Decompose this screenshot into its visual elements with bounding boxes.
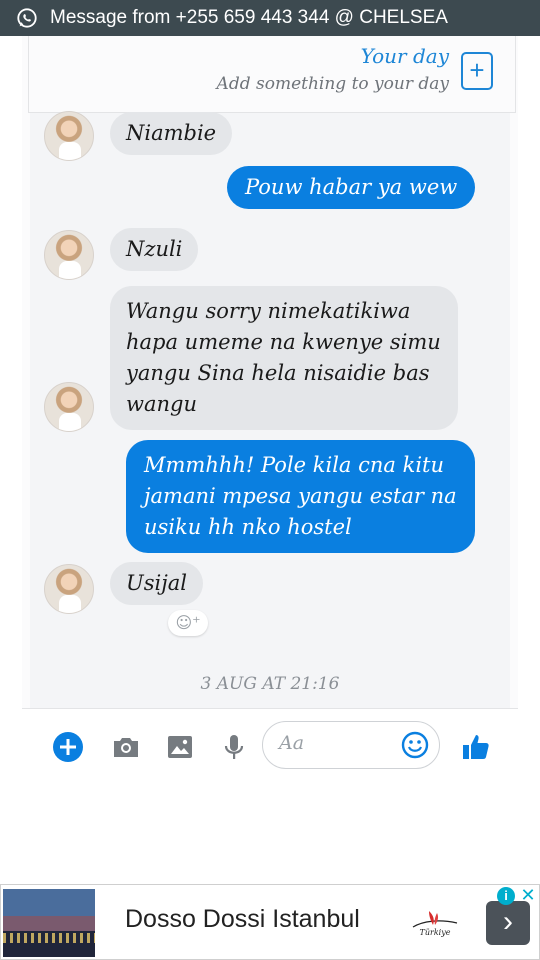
ad-logo: Türkiye bbox=[409, 905, 461, 937]
your-day-subtitle: Add something to your day bbox=[216, 74, 449, 94]
edge-left bbox=[22, 36, 30, 781]
notification-bar[interactable]: Message from +255 659 443 344 @ CHELSEA bbox=[0, 0, 540, 36]
composer-bar: Aa bbox=[22, 708, 518, 781]
tulip-logo-icon: Türkiye bbox=[412, 911, 458, 937]
ad-open-button[interactable]: › bbox=[486, 901, 530, 945]
ad-title[interactable]: Dosso Dossi Istanbul bbox=[125, 905, 360, 934]
image-icon[interactable] bbox=[164, 731, 196, 763]
contact-avatar[interactable] bbox=[44, 564, 94, 614]
timestamp: 3 AUG AT 21:16 bbox=[200, 674, 340, 694]
message-bubble-incoming[interactable]: Usijal bbox=[110, 562, 203, 605]
message-bubble-incoming[interactable]: Niambie bbox=[110, 112, 233, 155]
message-bubble-incoming[interactable]: Wangu sorry nimekatikiwa hapa umeme na k… bbox=[110, 286, 458, 430]
emoji-icon[interactable] bbox=[401, 731, 429, 759]
contact-avatar[interactable] bbox=[44, 382, 94, 432]
message-input[interactable]: Aa bbox=[262, 721, 440, 769]
camera-icon[interactable] bbox=[110, 731, 142, 763]
contact-avatar[interactable] bbox=[44, 111, 94, 161]
ad-image[interactable] bbox=[3, 889, 95, 957]
ad-banner[interactable]: Dosso Dossi Istanbul Türkiye › i ✕ bbox=[0, 884, 540, 960]
message-bubble-outgoing[interactable]: Pouw habar ya wew bbox=[227, 166, 476, 209]
contact-avatar[interactable] bbox=[44, 230, 94, 280]
messenger-conversation: Your day Add something to your day + Nia… bbox=[22, 36, 518, 781]
ad-info-icon[interactable]: i bbox=[497, 887, 515, 905]
plus-icon[interactable]: + bbox=[461, 52, 493, 90]
your-day-title: Your day bbox=[360, 44, 449, 68]
message-bubble-outgoing[interactable]: Mmmhhh! Pole kila cna kitu jamani mpesa … bbox=[126, 440, 475, 553]
message-bubble-incoming[interactable]: Nzuli bbox=[110, 228, 199, 271]
add-icon[interactable] bbox=[52, 731, 84, 763]
thumbs-up-icon[interactable] bbox=[460, 731, 492, 763]
notification-text: Message from +255 659 443 344 @ CHELSEA bbox=[50, 7, 448, 28]
microphone-icon[interactable] bbox=[218, 731, 250, 763]
your-day-panel[interactable]: Your day Add something to your day + bbox=[28, 36, 516, 113]
add-reaction-button[interactable]: ☺⁺ bbox=[168, 610, 208, 636]
ad-logo-text: Türkiye bbox=[420, 928, 451, 937]
message-input-placeholder: Aa bbox=[279, 732, 305, 754]
edge-right bbox=[510, 36, 518, 781]
whatsapp-icon bbox=[17, 8, 37, 28]
ad-close-icon[interactable]: ✕ bbox=[519, 885, 537, 905]
